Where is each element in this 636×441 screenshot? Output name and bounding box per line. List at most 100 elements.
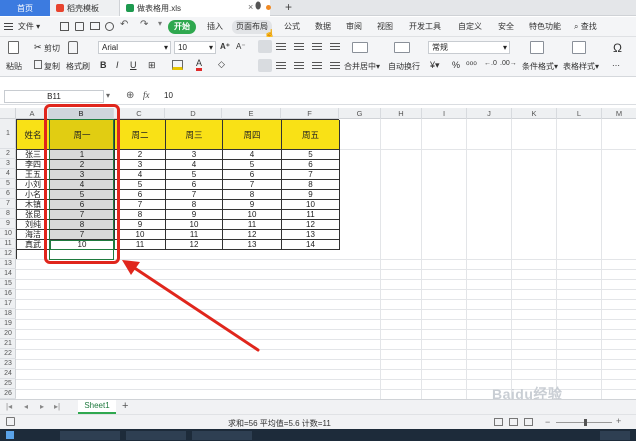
- table-cell[interactable]: 3: [115, 160, 166, 170]
- normal-view-icon[interactable]: [494, 418, 503, 426]
- tab-template[interactable]: 稻壳模板: [50, 0, 120, 16]
- table-cell[interactable]: 6: [223, 170, 282, 180]
- align-left-icon[interactable]: [258, 59, 272, 72]
- column-header-c[interactable]: C: [114, 108, 165, 119]
- column-header-d[interactable]: D: [165, 108, 222, 119]
- table-cell[interactable]: 11: [166, 230, 223, 240]
- table-cell[interactable]: 4: [223, 150, 282, 160]
- merge-center-icon[interactable]: [352, 42, 368, 53]
- row-header[interactable]: 15: [0, 279, 16, 289]
- table-cell[interactable]: 9: [282, 190, 340, 200]
- print-icon[interactable]: [90, 22, 100, 30]
- thousands-icon[interactable]: ⁰⁰⁰: [466, 60, 477, 71]
- row-header[interactable]: 12: [0, 249, 16, 259]
- cut-button[interactable]: 剪切: [44, 43, 60, 54]
- prev-sheet-icon[interactable]: ◂: [24, 402, 28, 411]
- table-header-cell[interactable]: 周二: [115, 120, 166, 150]
- align-top-icon[interactable]: [258, 40, 272, 53]
- page-break-view-icon[interactable]: [524, 418, 533, 426]
- save-icon[interactable]: [60, 22, 69, 31]
- pin-icon[interactable]: ⬮: [255, 1, 261, 12]
- zoom-in-icon[interactable]: +: [616, 416, 621, 426]
- table-cell[interactable]: 8: [166, 200, 223, 210]
- table-cell[interactable]: 9: [115, 220, 166, 230]
- ribbon-more-icon[interactable]: ⋯: [612, 61, 620, 70]
- taskbar-app[interactable]: [60, 431, 120, 440]
- column-header-m[interactable]: M: [602, 108, 636, 119]
- table-cell[interactable]: 11: [223, 220, 282, 230]
- macro-icon[interactable]: [6, 417, 15, 426]
- row-header[interactable]: 23: [0, 359, 16, 369]
- menu-custom[interactable]: 自定义: [456, 20, 484, 34]
- table-cell[interactable]: 2: [115, 150, 166, 160]
- redo-icon[interactable]: ↷: [140, 19, 148, 30]
- table-cell[interactable]: 12: [166, 240, 223, 250]
- column-header-e[interactable]: E: [222, 108, 281, 119]
- table-cell[interactable]: 10: [223, 210, 282, 220]
- table-cell[interactable]: 5: [282, 150, 340, 160]
- table-cell[interactable]: 3: [166, 150, 223, 160]
- paste-button[interactable]: 粘贴: [6, 61, 22, 72]
- menu-data[interactable]: 数据: [312, 20, 334, 34]
- row-header[interactable]: 9: [0, 219, 16, 229]
- table-cell[interactable]: 11: [282, 210, 340, 220]
- copy-button[interactable]: 复制: [44, 61, 60, 72]
- menu-file[interactable]: 文件 ▾: [16, 20, 42, 34]
- column-header-g[interactable]: G: [339, 108, 381, 119]
- table-cell[interactable]: 5: [166, 170, 223, 180]
- cut-icon[interactable]: ✂: [34, 42, 42, 53]
- chevron-down-icon[interactable]: ▾: [106, 91, 110, 100]
- distribute-icon[interactable]: [330, 62, 340, 69]
- copy-icon[interactable]: [34, 60, 42, 69]
- indent-decrease-icon[interactable]: [312, 43, 322, 50]
- row-header[interactable]: 4: [0, 169, 16, 179]
- table-cell[interactable]: 6: [166, 180, 223, 190]
- table-header-cell[interactable]: 周三: [166, 120, 223, 150]
- paste-icon[interactable]: [8, 41, 19, 54]
- clear-format-icon[interactable]: ◇: [218, 59, 225, 70]
- table-cell[interactable]: 9: [166, 210, 223, 220]
- number-format-select[interactable]: 常规 ▾: [428, 41, 510, 54]
- table-cell[interactable]: 13: [223, 240, 282, 250]
- row-header[interactable]: 7: [0, 199, 16, 209]
- next-sheet-icon[interactable]: ▸: [40, 402, 44, 411]
- new-tab-button[interactable]: +: [285, 0, 292, 14]
- tab-document[interactable]: 做表格用.xls ×: [120, 0, 270, 16]
- zoom-out-icon[interactable]: −: [545, 417, 550, 427]
- row-header[interactable]: 21: [0, 339, 16, 349]
- search-box[interactable]: ⌕ 查找: [574, 20, 608, 34]
- taskbar-app[interactable]: [192, 431, 252, 440]
- table-style-button[interactable]: 表格样式▾: [563, 61, 599, 72]
- format-painter-icon[interactable]: [68, 41, 78, 54]
- row-header[interactable]: 5: [0, 179, 16, 189]
- row-header[interactable]: 22: [0, 349, 16, 359]
- row-header[interactable]: 13: [0, 259, 16, 269]
- row-header[interactable]: 2: [0, 149, 16, 159]
- merge-center-button[interactable]: 合并居中▾: [344, 61, 380, 72]
- last-sheet-icon[interactable]: ▸|: [54, 402, 60, 411]
- table-cell[interactable]: 7: [115, 200, 166, 210]
- table-cell[interactable]: 12: [282, 220, 340, 230]
- row-header[interactable]: 14: [0, 269, 16, 279]
- table-cell[interactable]: 13: [282, 230, 340, 240]
- preview-icon[interactable]: [105, 22, 114, 31]
- menu-formula[interactable]: 公式: [281, 20, 303, 34]
- table-cell[interactable]: 7: [282, 170, 340, 180]
- table-cell[interactable]: 10: [166, 220, 223, 230]
- table-style-icon[interactable]: [572, 41, 586, 54]
- column-header-j[interactable]: J: [467, 108, 512, 119]
- table-cell[interactable]: 6: [282, 160, 340, 170]
- font-size-select[interactable]: 10 ▾: [174, 41, 216, 54]
- percent-icon[interactable]: %: [452, 60, 460, 70]
- table-cell[interactable]: 9: [223, 200, 282, 210]
- shrink-font-icon[interactable]: A⁻: [236, 42, 246, 51]
- row-header[interactable]: 19: [0, 319, 16, 329]
- table-cell[interactable]: 8: [282, 180, 340, 190]
- row-header[interactable]: 10: [0, 229, 16, 239]
- font-name-select[interactable]: Arial ▾: [98, 41, 171, 54]
- column-header-k[interactable]: K: [512, 108, 557, 119]
- column-header-h[interactable]: H: [381, 108, 422, 119]
- table-cell[interactable]: 11: [115, 240, 166, 250]
- menu-developer[interactable]: 开发工具: [408, 20, 442, 34]
- table-header-cell[interactable]: 周四: [223, 120, 282, 150]
